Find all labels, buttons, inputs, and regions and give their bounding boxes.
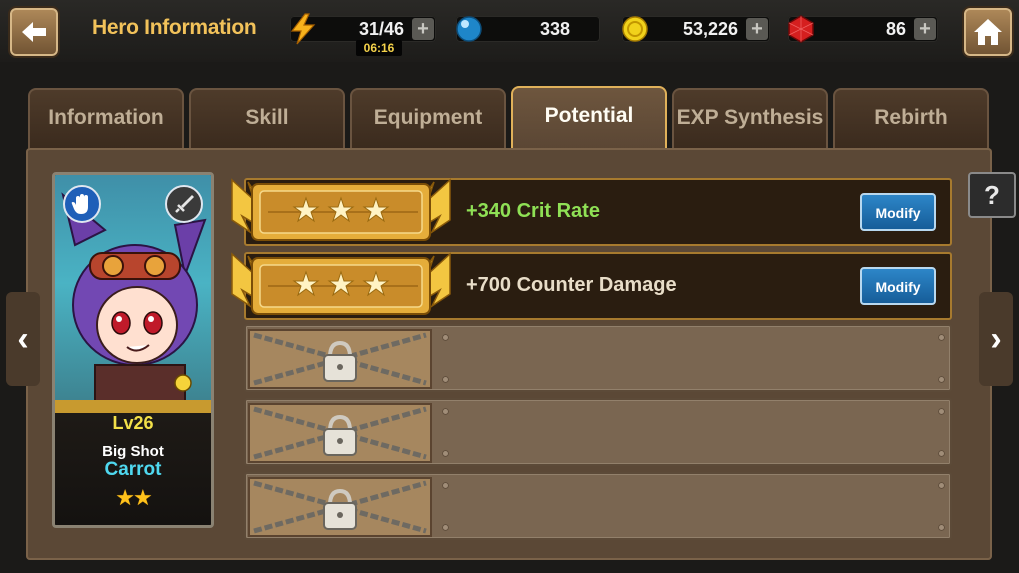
crystal-counter: 338 [456, 16, 600, 42]
rivet [442, 450, 449, 457]
hero-card[interactable]: Lv26 Big Shot Carrot ★★ [52, 172, 214, 528]
rivet [938, 450, 945, 457]
stamina-value: 31/46 [358, 19, 404, 39]
sword-icon [175, 195, 194, 213]
house-icon [974, 19, 1002, 45]
chevron-left-icon: ‹ [17, 319, 29, 358]
rivet [938, 524, 945, 531]
tab-potential[interactable]: Potential [511, 86, 667, 150]
gold-counter: 53,226 + [622, 16, 770, 42]
add-gold-button[interactable]: + [746, 18, 768, 40]
back-button[interactable] [8, 6, 60, 58]
rivet [442, 376, 449, 383]
add-stamina-button[interactable]: + [412, 18, 434, 40]
red-gem-icon [788, 15, 814, 43]
chained-lock-icon [253, 406, 427, 460]
rivet [938, 482, 945, 489]
modify-button[interactable]: Modify [860, 193, 936, 231]
potential-stat-text: +700 Counter Damage [466, 274, 677, 296]
tab-equipment[interactable]: Equipment [350, 88, 506, 150]
potential-slot-1: +340 Crit Rate Modify [231, 178, 952, 246]
tab-information[interactable]: Information [28, 88, 184, 150]
hero-level: Lv26 [112, 413, 154, 433]
weapon-type-badge [165, 185, 203, 223]
tab-rebirth[interactable]: Rebirth [833, 88, 989, 150]
crystal-value: 338 [539, 19, 570, 39]
locked-slot-plate [248, 477, 432, 537]
stamina-counter: 31/46 + [290, 13, 436, 45]
potential-stat-text: +340 Crit Rate [466, 200, 600, 222]
rivet [442, 334, 449, 341]
tab-skill[interactable]: Skill [189, 88, 345, 150]
potential-slot-3-locked [244, 324, 952, 392]
add-ruby-button[interactable]: + [914, 18, 936, 40]
ruby-counter: 86 + [788, 15, 938, 43]
rivet [442, 408, 449, 415]
rivet [442, 482, 449, 489]
hero-name: Carrot [104, 459, 162, 480]
rivet [442, 524, 449, 531]
next-hero-button[interactable]: › [979, 292, 1013, 386]
previous-hero-button[interactable]: ‹ [6, 292, 40, 386]
hero-star-rating: ★★ [115, 485, 152, 510]
chained-lock-icon [253, 332, 427, 386]
help-button[interactable]: ? [968, 172, 1016, 218]
arrow-left-icon [22, 22, 46, 42]
three-star-rank-icon [231, 252, 451, 315]
hand-skill-badge [63, 185, 101, 223]
rivet [938, 376, 945, 383]
ruby-value: 86 [885, 19, 906, 39]
three-star-rank-icon [231, 178, 451, 241]
page-title: Hero Information [92, 16, 257, 39]
stamina-timer: 06:16 [356, 40, 402, 56]
gold-value: 53,226 [682, 19, 738, 39]
modify-button[interactable]: Modify [860, 267, 936, 305]
chained-lock-icon [253, 480, 427, 534]
potential-slot-2: +700 Counter Damage Modify [231, 252, 952, 320]
home-button[interactable] [962, 6, 1014, 58]
hero-class: Big Shot [102, 443, 164, 460]
locked-slot-plate [248, 403, 432, 463]
rivet [938, 408, 945, 415]
tab-exp-synthesis[interactable]: EXP Synthesis [672, 88, 828, 150]
chevron-right-icon: › [990, 319, 1002, 358]
blue-orb-icon [456, 16, 482, 42]
gold-coin-icon [622, 16, 648, 42]
locked-slot-plate [248, 329, 432, 389]
potential-slot-5-locked [244, 472, 952, 540]
rivet [938, 334, 945, 341]
hand-icon [71, 194, 88, 214]
lightning-icon [290, 13, 316, 45]
potential-slot-4-locked [244, 398, 952, 466]
